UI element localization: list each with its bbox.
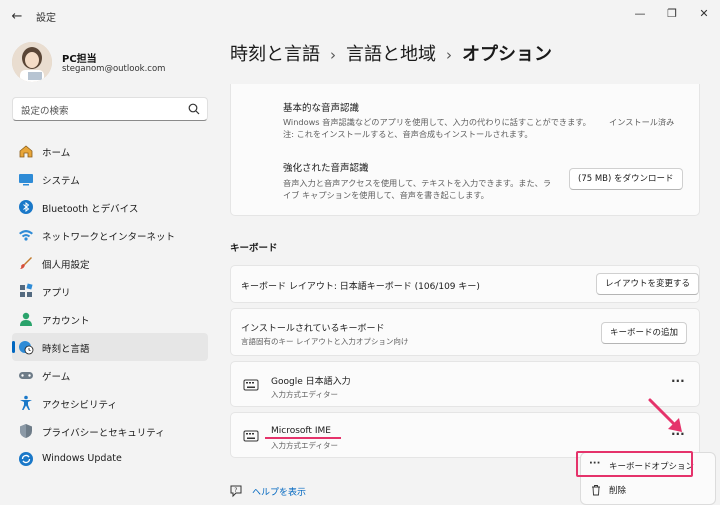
basic-speech-desc: Windows 音声認識などのアプリを使用して、入力の代わりに話すことができます…	[283, 117, 591, 127]
sidebar-item-gaming[interactable]: ゲーム	[12, 361, 208, 389]
sidebar-item-time-language[interactable]: 時刻と言語	[12, 333, 208, 361]
breadcrumb-separator: ›	[446, 46, 452, 64]
basic-speech-note: 注: これをインストールすると、音声合成もインストールされます。	[283, 129, 533, 139]
system-icon	[19, 174, 33, 186]
installed-keyboards-card: インストールされているキーボード 言語固有のキー レイアウトと入力オプション向け…	[230, 308, 700, 356]
bluetooth-icon	[19, 200, 33, 214]
profile-email: steganom@outlook.com	[62, 64, 166, 74]
breadcrumb: 時刻と言語 › 言語と地域 › オプション	[230, 40, 552, 66]
page-title: オプション	[462, 44, 552, 65]
clock-globe-icon	[19, 341, 34, 355]
sidebar-item-label: アプリ	[42, 288, 71, 299]
svg-text:?: ?	[234, 487, 237, 494]
sidebar-item-windows-update[interactable]: Windows Update	[12, 445, 208, 473]
sidebar-item-label: システム	[42, 176, 80, 187]
gamepad-icon	[19, 372, 33, 379]
close-icon[interactable]: ✕	[694, 6, 714, 22]
accessibility-icon	[20, 395, 32, 410]
sidebar-item-label: 時刻と言語	[42, 344, 90, 355]
profile-name: PC担当	[62, 54, 97, 65]
maximize-icon[interactable]: ❐	[662, 6, 682, 22]
installed-keyboards-desc: 言語固有のキー レイアウトと入力オプション向け	[241, 337, 409, 346]
sidebar-item-accessibility[interactable]: アクセシビリティ	[12, 389, 208, 417]
keyboard-section-title: キーボード	[230, 243, 278, 254]
annotation-arrow-icon	[648, 398, 682, 432]
sidebar-item-label: Bluetooth とデバイス	[42, 204, 139, 215]
avatar[interactable]	[12, 42, 52, 82]
keyboard-icon	[243, 430, 259, 442]
sidebar-item-label: 個人用設定	[42, 260, 90, 271]
sidebar-item-accounts[interactable]: アカウント	[12, 305, 208, 333]
installed-keyboards-title: インストールされているキーボード	[241, 324, 385, 334]
apps-icon	[20, 283, 33, 297]
sidebar-item-apps[interactable]: アプリ	[12, 277, 208, 305]
avatar-illustration	[12, 42, 52, 82]
minimize-icon[interactable]: —	[630, 6, 650, 22]
sidebar-item-network[interactable]: ネットワークとインターネット	[12, 221, 208, 249]
highlight-box	[576, 451, 693, 477]
more-options-icon[interactable]: ···	[671, 374, 685, 388]
active-indicator	[12, 341, 15, 353]
sidebar-item-label: ホーム	[42, 148, 71, 159]
sidebar-item-label: アクセシビリティ	[42, 400, 117, 411]
sidebar-item-label: ゲーム	[42, 372, 71, 383]
brush-icon	[20, 257, 32, 269]
shield-icon	[20, 424, 32, 438]
sidebar-item-label: Windows Update	[42, 453, 122, 464]
keyboard-item-google: Google 日本語入力 入力方式エディター ···	[230, 361, 700, 407]
search-input[interactable]: 設定の検索	[12, 97, 208, 121]
keyboard-icon	[243, 379, 259, 391]
keyboard-item-desc: 入力方式エディター	[271, 441, 338, 450]
search-icon	[188, 103, 200, 115]
trash-icon	[592, 485, 600, 496]
sidebar-item-personalization[interactable]: 個人用設定	[12, 249, 208, 277]
download-button[interactable]: (75 MB) をダウンロード	[569, 168, 683, 190]
basic-speech-title: 基本的な音声認識	[283, 103, 360, 114]
enhanced-speech-desc-line1: 音声入力と音声アクセスを使用して、テキストを入力できます。また、ラ	[283, 178, 552, 188]
keyboard-item-name: Google 日本語入力	[271, 377, 351, 387]
keyboard-layout-label: キーボード レイアウト: 日本語キーボード (106/109 キー)	[241, 282, 480, 292]
highlight-underline	[265, 437, 341, 439]
breadcrumb-language-region[interactable]: 言語と地域	[346, 40, 436, 66]
add-keyboard-button[interactable]: キーボードの追加	[601, 322, 688, 344]
app-title: 設定	[36, 13, 56, 24]
title-bar: ← 設定 — ❐ ✕	[0, 0, 720, 32]
enhanced-speech-desc-line2: イブ キャプションを使用して、音声を書き起こします。	[283, 190, 489, 200]
update-icon	[19, 452, 33, 466]
wifi-icon	[19, 230, 33, 241]
help-icon: ?	[230, 485, 242, 498]
sidebar-item-label: アカウント	[42, 316, 90, 327]
enhanced-speech-title: 強化された音声認識	[283, 163, 369, 174]
back-arrow-icon[interactable]: ←	[8, 8, 26, 26]
sidebar-item-privacy[interactable]: プライバシーとセキュリティ	[12, 417, 208, 445]
sidebar-nav: ホーム システム Bluetooth とデバイス ネットワークとインターネット …	[12, 137, 208, 473]
home-icon	[19, 145, 33, 158]
help-link[interactable]: ヘルプを表示	[252, 485, 306, 498]
speech-card: 基本的な音声認識 Windows 音声認識などのアプリを使用して、入力の代わりに…	[230, 84, 700, 216]
sidebar-item-label: ネットワークとインターネット	[42, 232, 176, 243]
sidebar-item-bluetooth[interactable]: Bluetooth とデバイス	[12, 193, 208, 221]
menu-item-delete[interactable]: 削除	[609, 484, 626, 496]
breadcrumb-separator: ›	[330, 46, 336, 64]
keyboard-layout-card: キーボード レイアウト: 日本語キーボード (106/109 キー) レイアウト…	[230, 265, 700, 303]
change-layout-button[interactable]: レイアウトを変更する	[596, 273, 700, 295]
sidebar-item-label: プライバシーとセキュリティ	[42, 428, 165, 439]
basic-speech-status: インストール済み	[609, 117, 675, 127]
sidebar-item-system[interactable]: システム	[12, 165, 208, 193]
search-placeholder: 設定の検索	[21, 106, 69, 117]
keyboard-item-desc: 入力方式エディター	[271, 390, 338, 399]
sidebar-item-home[interactable]: ホーム	[12, 137, 208, 165]
breadcrumb-time-language[interactable]: 時刻と言語	[230, 40, 320, 66]
keyboard-item-name: Microsoft IME	[271, 426, 331, 436]
account-icon	[20, 312, 32, 326]
